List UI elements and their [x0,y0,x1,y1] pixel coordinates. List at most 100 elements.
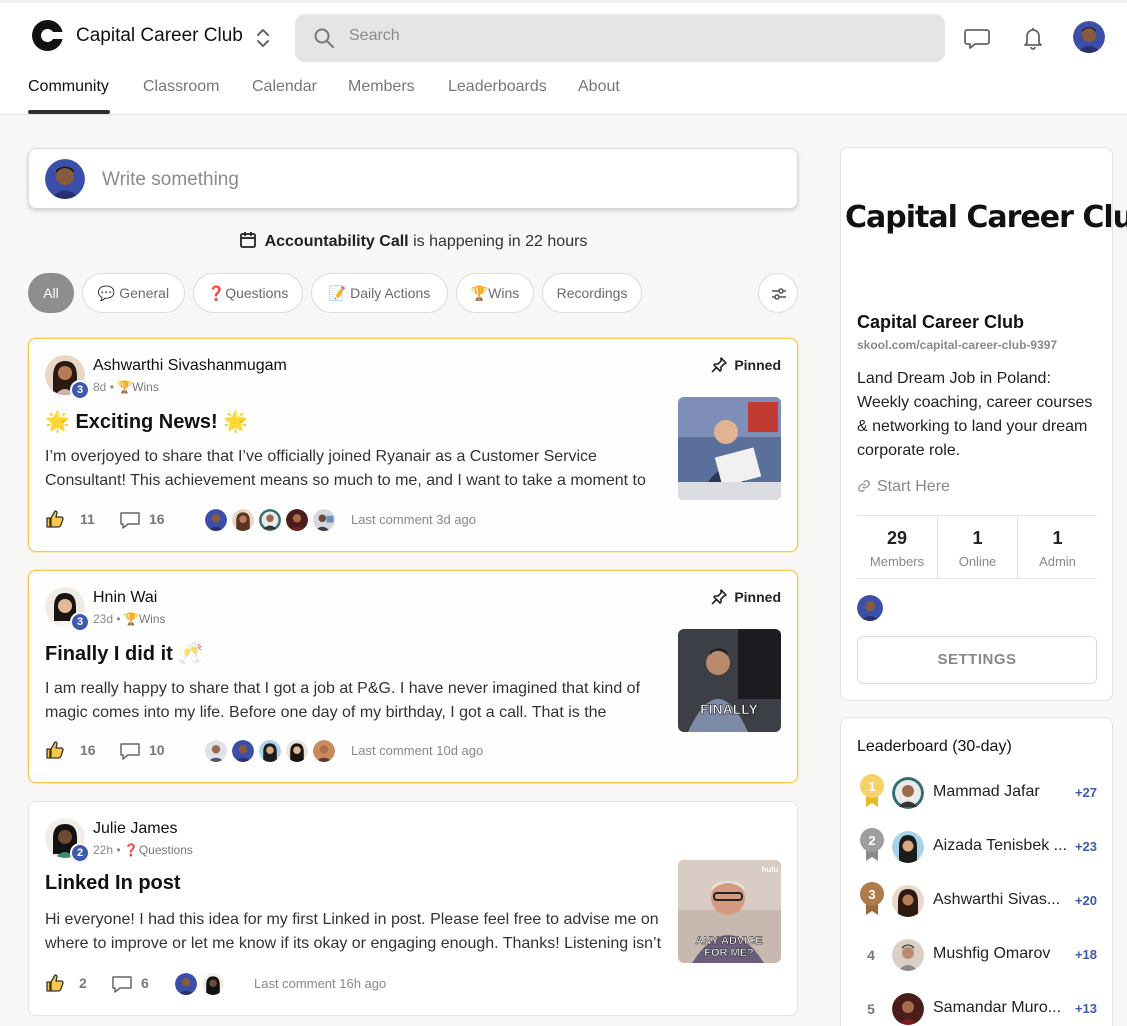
post-age[interactable]: 22h [93,843,113,857]
level-badge: 2 [70,843,90,863]
settings-button[interactable]: SETTINGS [857,636,1097,684]
member-avatar[interactable] [892,993,924,1025]
stat-online[interactable]: 1 Online [937,516,1017,580]
event-name[interactable]: Accountability Call [265,233,409,250]
group-name: Capital Career Club [857,312,1025,332]
post-thumbnail[interactable] [678,397,781,500]
silver-medal-icon: 2 [860,828,884,861]
chat-icon[interactable] [963,24,991,52]
admin-avatar[interactable] [857,595,883,621]
filter-wins[interactable]: 🏆Wins [456,273,534,313]
member-name[interactable]: Samandar Muro... [933,999,1067,1017]
group-description: Land Dream Job in Poland: Weekly coachin… [857,370,1093,459]
author-name[interactable]: Hnin Wai [93,589,157,607]
upcoming-event-banner[interactable]: Accountability Call is happening in 22 h… [0,231,826,251]
tab-classroom[interactable]: Classroom [143,78,219,96]
post-card[interactable]: 3 Ashwarthi Sivashanmugam 8d • 🏆Wins Pin… [28,338,798,552]
member-rank: 5 [867,1001,875,1017]
commenter-avatar[interactable] [203,738,229,764]
commenter-avatar[interactable] [284,507,310,533]
bronze-medal-icon: 3 [860,882,884,915]
post-excerpt[interactable]: Hi everyone! I had this idea for my firs… [45,908,667,956]
start-here-link[interactable]: Start Here [857,478,950,496]
filter-settings-button[interactable] [758,273,798,313]
post-title[interactable]: Linked In post [45,872,181,895]
group-switcher-icon[interactable] [254,27,272,49]
filter-recordings[interactable]: Recordings [542,273,642,313]
like-icon[interactable] [45,509,65,529]
svg-text:2: 2 [868,833,875,848]
like-icon[interactable] [45,740,65,760]
leaderboard-row[interactable]: 5 Samandar Muro... +13 [857,991,1097,1026]
tab-calendar[interactable]: Calendar [252,78,317,96]
tab-members[interactable]: Members [348,78,415,96]
member-avatar[interactable] [892,777,924,809]
leaderboard-title[interactable]: Leaderboard (30-day) [857,738,1012,756]
tab-community[interactable]: Community [28,78,109,96]
filter-all[interactable]: All [28,273,74,313]
stat-admin[interactable]: 1 Admin [1017,516,1097,580]
commenter-avatar[interactable] [257,507,283,533]
post-footer: 2 6 Last comment 16h ago [45,971,785,997]
commenter-avatar[interactable] [200,971,226,997]
stat-members[interactable]: 29 Members [857,516,937,580]
group-url[interactable]: skool.com/capital-career-club-9397 [857,338,1057,352]
tab-leaderboards[interactable]: Leaderboards [448,78,547,96]
member-name[interactable]: Ashwarthi Sivas... [933,891,1067,909]
pinned-badge: Pinned [710,588,781,606]
user-avatar[interactable] [1073,21,1105,53]
group-banner-logo: Capital Career Club [845,200,1127,235]
search-input[interactable] [349,27,849,45]
post-excerpt[interactable]: I am really happy to share that I got a … [45,677,667,725]
post-category[interactable]: 🏆Wins [124,612,166,626]
post-thumbnail[interactable]: hulu ANY ADVICEFOR ME? [678,860,781,963]
filter-general[interactable]: 💬 General [82,273,185,313]
active-tab-indicator [28,110,110,114]
post-card[interactable]: 3 Hnin Wai 23d • 🏆Wins Pinned Finally I … [28,570,798,783]
post-age[interactable]: 23d [93,612,113,626]
post-title[interactable]: Finally I did it 🥂 [45,641,203,666]
club-logo-icon[interactable] [32,20,64,51]
member-name[interactable]: Mushfig Omarov [933,945,1067,963]
leaderboard-row[interactable]: 2 Aizada Tenisbek ... +23 [857,828,1097,865]
member-avatar[interactable] [892,939,924,971]
commenter-avatar[interactable] [230,507,256,533]
filter-daily-actions[interactable]: 📝 Daily Actions [311,273,448,313]
member-points: +13 [1074,1001,1097,1016]
commenter-avatar[interactable] [203,507,229,533]
commenter-avatar[interactable] [257,738,283,764]
club-name[interactable]: Capital Career Club [76,25,243,47]
search-bar[interactable] [295,14,945,62]
leaderboard-row[interactable]: 4 Mushfig Omarov +18 [857,937,1097,973]
comment-icon[interactable] [111,974,133,994]
post-card[interactable]: 2 Julie James 22h • ❓Questions Linked In… [28,801,798,1016]
commenter-avatar[interactable] [173,971,199,997]
commenter-avatar[interactable] [230,738,256,764]
post-composer[interactable]: Write something [28,148,798,209]
post-title[interactable]: 🌟 Exciting News! 🌟 [45,409,248,434]
notification-bell-icon[interactable] [1019,24,1047,52]
filter-questions[interactable]: ❓Questions [193,273,303,313]
leaderboard-row[interactable]: 3 Ashwarthi Sivas... +20 [857,882,1097,919]
svg-text:1: 1 [868,779,875,794]
post-excerpt[interactable]: I’m overjoyed to share that I’ve officia… [45,445,667,493]
member-name[interactable]: Mammad Jafar [933,783,1067,801]
commenter-avatar[interactable] [311,738,337,764]
like-icon[interactable] [45,973,65,993]
post-category[interactable]: ❓Questions [124,843,193,857]
member-avatar[interactable] [892,831,924,863]
member-avatar[interactable] [892,885,924,917]
commenter-avatar[interactable] [311,507,337,533]
post-thumbnail[interactable]: FINALLY [678,629,781,732]
search-icon [314,28,334,48]
post-age[interactable]: 8d [93,380,106,394]
tab-about[interactable]: About [578,78,620,96]
author-name[interactable]: Julie James [93,820,177,838]
post-category[interactable]: 🏆Wins [117,380,159,394]
leaderboard-row[interactable]: 1 Mammad Jafar +27 [857,774,1097,811]
member-name[interactable]: Aizada Tenisbek ... [933,837,1067,855]
commenter-avatar[interactable] [284,738,310,764]
author-name[interactable]: Ashwarthi Sivashanmugam [93,357,287,375]
comment-icon[interactable] [119,741,141,761]
comment-icon[interactable] [119,510,141,530]
